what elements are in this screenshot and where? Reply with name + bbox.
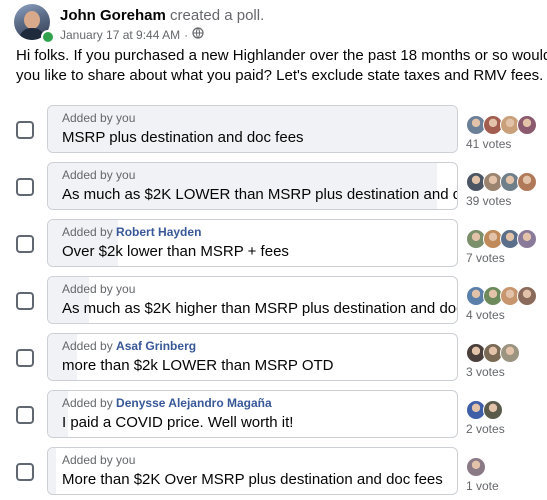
post-timestamp[interactable]: January 17 at 9:44 AM bbox=[60, 28, 180, 42]
poll-option-added-by: Added by Denysse Alejandro Magaña bbox=[62, 396, 272, 410]
poll-voter-avatars[interactable] bbox=[466, 400, 503, 420]
poll-vote-count[interactable]: 41 votes bbox=[466, 137, 511, 151]
poll-option-label: More than $2K Over MSRP plus destination… bbox=[62, 471, 443, 488]
voter-avatar[interactable] bbox=[517, 172, 537, 192]
poll-vote-count[interactable]: 39 votes bbox=[466, 194, 511, 208]
poll-voter-avatars[interactable] bbox=[466, 457, 486, 477]
added-by-name: you bbox=[116, 282, 136, 296]
author-line: John Goreham created a poll. bbox=[60, 7, 264, 24]
poll-option-box[interactable]: Added by Asaf Grinberg more than $2k LOWE… bbox=[47, 333, 458, 381]
voter-avatar[interactable] bbox=[517, 115, 537, 135]
poll-option-result-bar bbox=[48, 448, 57, 494]
poll-option: Added by you As much as $2K higher than M… bbox=[0, 276, 547, 328]
poll-option-added-by: Added by you bbox=[62, 111, 135, 125]
poll-option-label: more than $2k LOWER than MSRP OTD bbox=[62, 357, 334, 374]
poll-option: Added by you MSRP plus destination and do… bbox=[0, 105, 547, 157]
poll-option-box[interactable]: Added by you As much as $2K higher than M… bbox=[47, 276, 458, 324]
online-status-icon bbox=[41, 30, 55, 44]
poll-option-added-by: Added by Asaf Grinberg bbox=[62, 339, 196, 353]
voter-avatar[interactable] bbox=[517, 286, 537, 306]
poll-voter-avatars[interactable] bbox=[466, 115, 537, 135]
poll-option-added-by: Added by Robert Hayden bbox=[62, 225, 201, 239]
post-text: Hi folks. If you purchased a new Highlan… bbox=[16, 47, 547, 84]
poll-option-added-by: Added by you bbox=[62, 453, 135, 467]
avatar-face bbox=[24, 11, 40, 29]
post-action: created a poll. bbox=[170, 7, 265, 24]
poll-voter-avatars[interactable] bbox=[466, 172, 537, 192]
added-by-prefix: Added by bbox=[62, 453, 117, 467]
poll-option-box[interactable]: Added by Denysse Alejandro Magaña I paid … bbox=[47, 390, 458, 438]
added-by-name: you bbox=[116, 111, 136, 125]
added-by-prefix: Added by bbox=[62, 111, 117, 125]
poll-option: Added by you As much as $2K LOWER than MS… bbox=[0, 162, 547, 214]
poll-option-checkbox[interactable] bbox=[16, 178, 34, 196]
poll-option-label: As much as $2K higher than MSRP plus des… bbox=[62, 300, 458, 317]
poll-vote-count[interactable]: 3 votes bbox=[466, 365, 505, 379]
globe-icon bbox=[192, 27, 204, 42]
poll-option-checkbox[interactable] bbox=[16, 406, 34, 424]
added-by-prefix: Added by bbox=[62, 339, 117, 353]
poll-option: Added by Denysse Alejandro Magaña I paid … bbox=[0, 390, 547, 442]
poll-option-box[interactable]: Added by you MSRP plus destination and do… bbox=[47, 105, 458, 153]
added-by-prefix: Added by bbox=[62, 396, 117, 410]
poll-option-box[interactable]: Added by Robert Hayden Over $2k lower tha… bbox=[47, 219, 458, 267]
post-meta: January 17 at 9:44 AM · bbox=[60, 27, 204, 42]
voter-avatar[interactable] bbox=[500, 343, 520, 363]
poll-option-added-by: Added by you bbox=[62, 282, 135, 296]
poll-option-added-by: Added by you bbox=[62, 168, 135, 182]
voter-avatar[interactable] bbox=[483, 400, 503, 420]
poll-option: Added by Asaf Grinberg more than $2k LOWE… bbox=[0, 333, 547, 385]
added-by-prefix: Added by bbox=[62, 168, 117, 182]
added-by-name[interactable]: Robert Hayden bbox=[116, 225, 201, 239]
poll-option-label: As much as $2K LOWER than MSRP plus dest… bbox=[62, 186, 457, 203]
added-by-name[interactable]: Asaf Grinberg bbox=[116, 339, 196, 353]
poll-option-box[interactable]: Added by you As much as $2K LOWER than MS… bbox=[47, 162, 458, 210]
poll-option-label: Over $2k lower than MSRP + fees bbox=[62, 243, 289, 260]
poll-option-box[interactable]: Added by you More than $2K Over MSRP plus… bbox=[47, 447, 458, 495]
added-by-prefix: Added by bbox=[62, 282, 117, 296]
poll-option: Added by Robert Hayden Over $2k lower tha… bbox=[0, 219, 547, 271]
poll-option-checkbox[interactable] bbox=[16, 292, 34, 310]
poll-voter-avatars[interactable] bbox=[466, 286, 537, 306]
voter-avatar[interactable] bbox=[517, 229, 537, 249]
poll-vote-count[interactable]: 2 votes bbox=[466, 422, 505, 436]
voter-avatar[interactable] bbox=[466, 457, 486, 477]
poll-option-checkbox[interactable] bbox=[16, 121, 34, 139]
poll-voter-avatars[interactable] bbox=[466, 343, 520, 363]
poll-voter-avatars[interactable] bbox=[466, 229, 537, 249]
poll-option: Added by you More than $2K Over MSRP plus… bbox=[0, 447, 547, 499]
added-by-name: you bbox=[116, 168, 136, 182]
meta-separator: · bbox=[184, 27, 189, 42]
added-by-prefix: Added by bbox=[62, 225, 117, 239]
added-by-name[interactable]: Denysse Alejandro Magaña bbox=[116, 396, 272, 410]
poll-option-checkbox[interactable] bbox=[16, 349, 34, 367]
poll-vote-count[interactable]: 4 votes bbox=[466, 308, 505, 322]
poll-option-label: MSRP plus destination and doc fees bbox=[62, 129, 304, 146]
poll-option-checkbox[interactable] bbox=[16, 463, 34, 481]
poll-vote-count[interactable]: 1 vote bbox=[466, 479, 499, 493]
poll-vote-count[interactable]: 7 votes bbox=[466, 251, 505, 265]
poll-option-label: I paid a COVID price. Well worth it! bbox=[62, 414, 294, 431]
author-name[interactable]: John Goreham bbox=[60, 7, 166, 24]
added-by-name: you bbox=[116, 453, 136, 467]
poll-option-checkbox[interactable] bbox=[16, 235, 34, 253]
